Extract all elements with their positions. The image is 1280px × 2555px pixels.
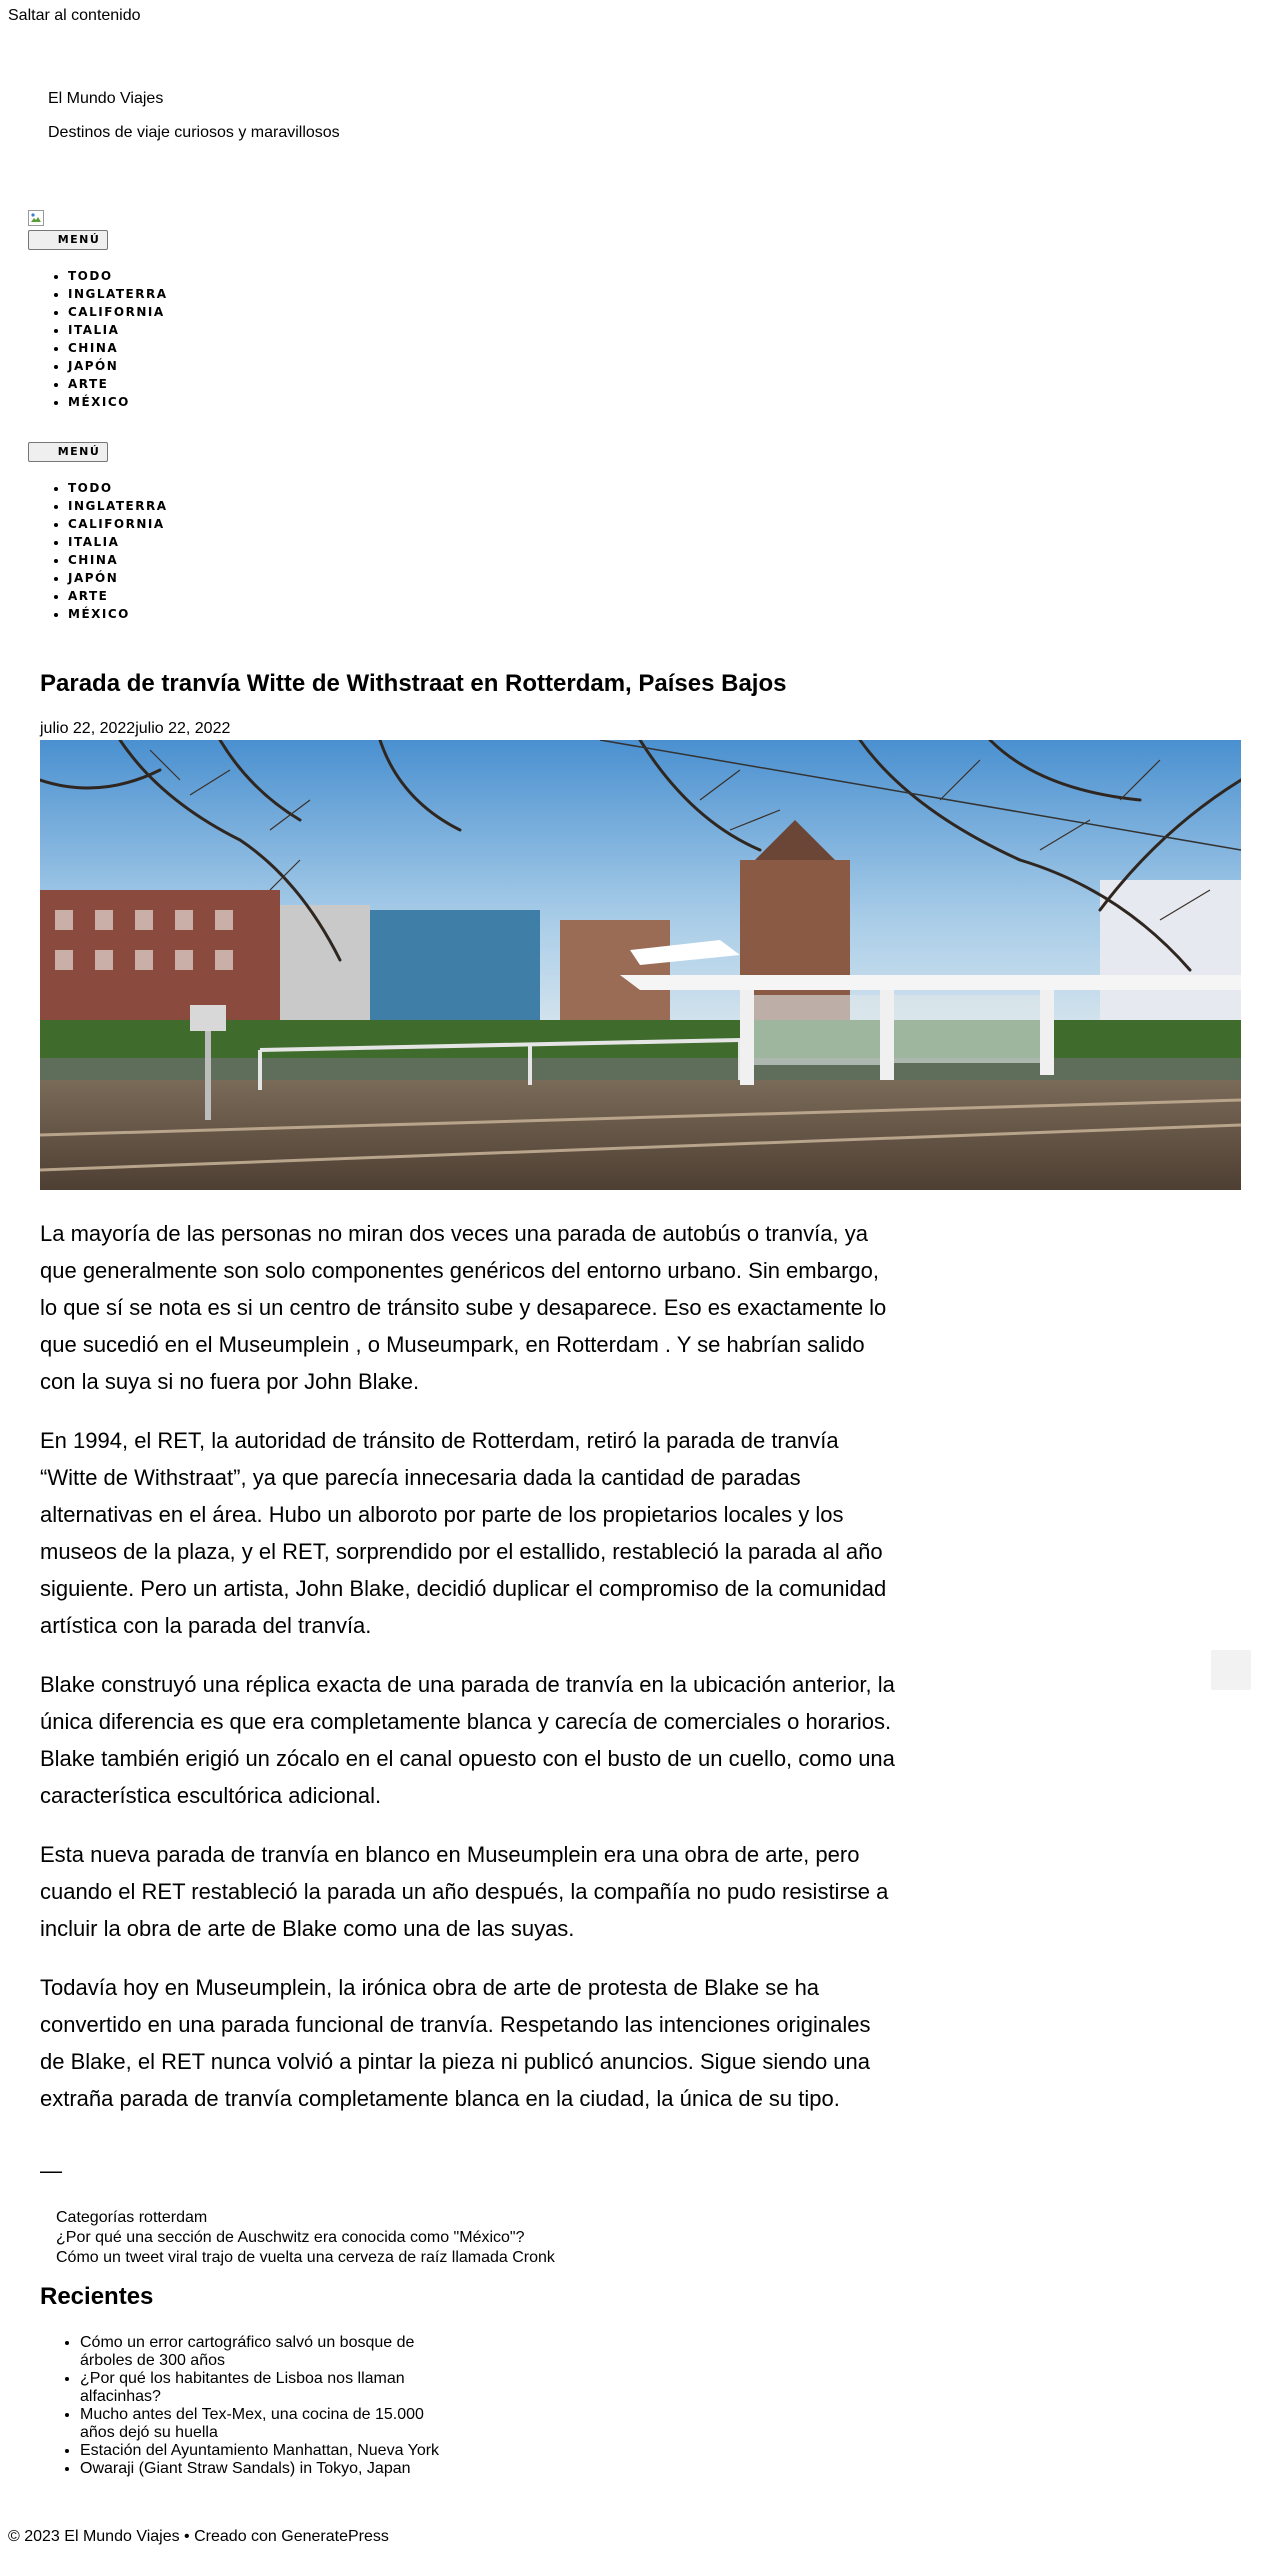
nav-link-mexico[interactable]: MÉXICO (68, 607, 130, 621)
nav-link-china[interactable]: CHINA (68, 341, 118, 355)
post-content: La mayoría de las personas no miran dos … (40, 1215, 900, 2139)
recent-post-link[interactable]: Cómo un error cartográfico salvó un bosq… (80, 2334, 414, 2369)
categories-label: Categorías (56, 2209, 135, 2226)
nav-item-california[interactable]: CALIFORNIA (68, 303, 168, 321)
secondary-nav-list: TODO INGLATERRA CALIFORNIA ITALIA CHINA … (28, 479, 168, 623)
content-separator: — (40, 2158, 62, 2183)
nav-link-china[interactable]: CHINA (68, 553, 118, 567)
post-title: Parada de tranvía Witte de Withstraat en… (40, 670, 787, 697)
post-paragraph: Esta nueva parada de tranvía en blanco e… (40, 1842, 889, 1941)
nav-item-inglaterra[interactable]: INGLATERRA (68, 285, 168, 303)
nav-item-japon[interactable]: JAPÓN (68, 357, 168, 375)
recent-posts-list: Cómo un error cartográfico salvó un bosq… (40, 2334, 440, 2478)
recent-posts-heading: Recientes (40, 2283, 154, 2310)
nav-link-japon[interactable]: JAPÓN (68, 359, 118, 373)
broken-logo-image-icon[interactable] (28, 210, 44, 226)
menu-toggle-label: MENÚ (57, 445, 101, 458)
post-paragraph: Blake construyó una réplica exacta de un… (40, 1672, 895, 1808)
menu-toggle-label: MENÚ (57, 233, 101, 246)
primary-nav-list: TODO INGLATERRA CALIFORNIA ITALIA CHINA … (28, 267, 168, 411)
site-footer: © 2023 El Mundo Viajes • Creado con Gene… (8, 2528, 389, 2546)
nav-link-todo[interactable]: TODO (68, 481, 113, 495)
recent-post-link[interactable]: Estación del Ayuntamiento Manhattan, Nue… (80, 2442, 439, 2459)
site-description: Destinos de viaje curiosos y maravilloso… (48, 124, 340, 141)
nav-item-mexico[interactable]: MÉXICO (68, 605, 168, 623)
nav-item-china[interactable]: CHINA (68, 551, 168, 569)
nav-link-inglaterra[interactable]: INGLATERRA (68, 499, 168, 513)
scroll-to-top-button[interactable] (1211, 1650, 1251, 1690)
recent-post-link[interactable]: ¿Por qué los habitantes de Lisboa nos ll… (80, 2370, 405, 2405)
recent-post-item: ¿Por qué los habitantes de Lisboa nos ll… (80, 2370, 440, 2406)
recent-post-item: Cómo un error cartográfico salvó un bosq… (80, 2334, 440, 2370)
post-paragraph: Todavía hoy en Museumplein, la irónica o… (40, 1975, 871, 2111)
footer-separator: • (179, 2528, 195, 2545)
nav-item-inglaterra[interactable]: INGLATERRA (68, 497, 168, 515)
nav-link-arte[interactable]: ARTE (68, 589, 108, 603)
nav-link-italia[interactable]: ITALIA (68, 323, 119, 337)
nav-link-arte[interactable]: ARTE (68, 377, 108, 391)
skip-to-content-link[interactable]: Saltar al contenido (8, 7, 141, 25)
footer-copyright: © 2023 El Mundo Viajes (8, 2528, 180, 2545)
nav-item-california[interactable]: CALIFORNIA (68, 515, 168, 533)
footer-credit-link[interactable]: GeneratePress (281, 2528, 389, 2545)
recent-post-item: Mucho antes del Tex-Mex, una cocina de 1… (80, 2406, 440, 2442)
nav-item-italia[interactable]: ITALIA (68, 533, 168, 551)
footer-credit-prefix: Creado con (194, 2528, 282, 2545)
categories-line: Categorías rotterdam (56, 2208, 555, 2228)
site-title-link[interactable]: El Mundo Viajes (48, 90, 163, 108)
nav-item-todo[interactable]: TODO (68, 479, 168, 497)
previous-post-link[interactable]: ¿Por qué una sección de Auschwitz era co… (56, 2229, 525, 2246)
category-link[interactable]: rotterdam (139, 2209, 207, 2226)
nav-item-japon[interactable]: JAPÓN (68, 569, 168, 587)
nav-link-japon[interactable]: JAPÓN (68, 571, 118, 585)
nav-item-china[interactable]: CHINA (68, 339, 168, 357)
post-navigation: Categorías rotterdam ¿Por qué una secció… (56, 2208, 555, 2268)
menu-toggle-button-secondary[interactable]: MENÚ (28, 442, 108, 462)
nav-link-todo[interactable]: TODO (68, 269, 113, 283)
post-paragraph: En 1994, el RET, la autoridad de tránsit… (40, 1428, 887, 1638)
post-paragraph: La mayoría de las personas no miran dos … (40, 1221, 887, 1394)
recent-post-item: Owaraji (Giant Straw Sandals) in Tokyo, … (80, 2460, 440, 2478)
nav-item-todo[interactable]: TODO (68, 267, 168, 285)
nav-link-inglaterra[interactable]: INGLATERRA (68, 287, 168, 301)
nav-link-italia[interactable]: ITALIA (68, 535, 119, 549)
recent-post-item: Estación del Ayuntamiento Manhattan, Nue… (80, 2442, 440, 2460)
nav-item-arte[interactable]: ARTE (68, 375, 168, 393)
recent-post-link[interactable]: Owaraji (Giant Straw Sandals) in Tokyo, … (80, 2460, 411, 2477)
nav-item-arte[interactable]: ARTE (68, 587, 168, 605)
nav-link-california[interactable]: CALIFORNIA (68, 517, 165, 531)
menu-toggle-button[interactable]: MENÚ (28, 230, 108, 250)
next-post-link[interactable]: Cómo un tweet viral trajo de vuelta una … (56, 2249, 555, 2266)
recent-post-link[interactable]: Mucho antes del Tex-Mex, una cocina de 1… (80, 2406, 424, 2441)
nav-link-california[interactable]: CALIFORNIA (68, 305, 165, 319)
post-date-link[interactable]: julio 22, 2022julio 22, 2022 (40, 720, 230, 738)
nav-item-mexico[interactable]: MÉXICO (68, 393, 168, 411)
nav-item-italia[interactable]: ITALIA (68, 321, 168, 339)
nav-link-mexico[interactable]: MÉXICO (68, 395, 130, 409)
featured-image-tram-stop (38, 738, 1243, 1190)
